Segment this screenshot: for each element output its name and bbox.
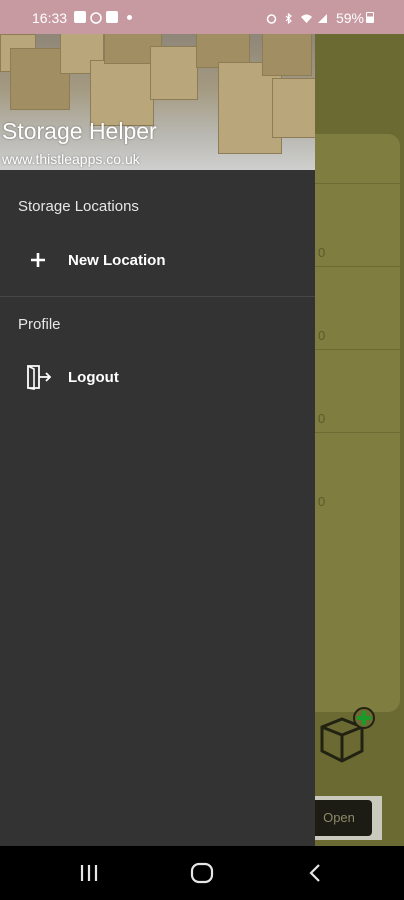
status-right-icons: [266, 11, 328, 25]
recent-apps-button[interactable]: [74, 860, 104, 886]
bluetooth-icon: [283, 11, 294, 25]
section-storage-locations: Storage Locations: [18, 198, 139, 215]
header-image-box: [150, 46, 198, 100]
background-row: 0: [300, 266, 400, 349]
header-image-box: [272, 78, 315, 138]
back-button[interactable]: [300, 860, 330, 886]
new-location-item[interactable]: New Location: [0, 237, 315, 283]
drawer-header: Storage Helper www.thistleapps.co.uk: [0, 34, 315, 170]
wifi-icon: [300, 11, 312, 23]
add-box-icon: [316, 705, 378, 765]
notification-icon: [106, 11, 118, 23]
alarm-icon: [266, 11, 277, 24]
logout-icon: [24, 363, 52, 391]
status-left-icons: [74, 11, 132, 24]
background-row: 0: [300, 349, 400, 432]
home-button[interactable]: [187, 860, 217, 886]
signal-icon: [317, 11, 328, 23]
status-time: 16:33: [32, 10, 68, 26]
plus-icon: [24, 246, 52, 274]
drawer-subtitle: www.thistleapps.co.uk: [2, 151, 140, 167]
background-row: 0: [300, 432, 400, 515]
navigation-drawer: Storage Helper www.thistleapps.co.uk Sto…: [0, 34, 315, 846]
menu-divider: [0, 296, 315, 297]
whatsapp-icon: [90, 11, 102, 24]
section-profile: Profile: [18, 316, 61, 333]
status-bar: 16:33 59%: [0, 0, 404, 34]
more-notifications-dot: [127, 14, 132, 20]
background-open-button: Open: [306, 800, 372, 836]
logout-item[interactable]: Logout: [0, 354, 315, 400]
header-image-box: [90, 60, 154, 126]
system-nav-bar: [0, 846, 404, 900]
new-location-label: New Location: [68, 251, 166, 269]
battery-percent: 59%: [335, 10, 364, 26]
gallery-icon: [74, 11, 86, 23]
drawer-title: Storage Helper: [2, 118, 157, 144]
battery-icon: [366, 12, 374, 23]
background-row: 0: [300, 183, 400, 266]
header-image-box: [262, 34, 312, 76]
logout-label: Logout: [68, 368, 119, 386]
